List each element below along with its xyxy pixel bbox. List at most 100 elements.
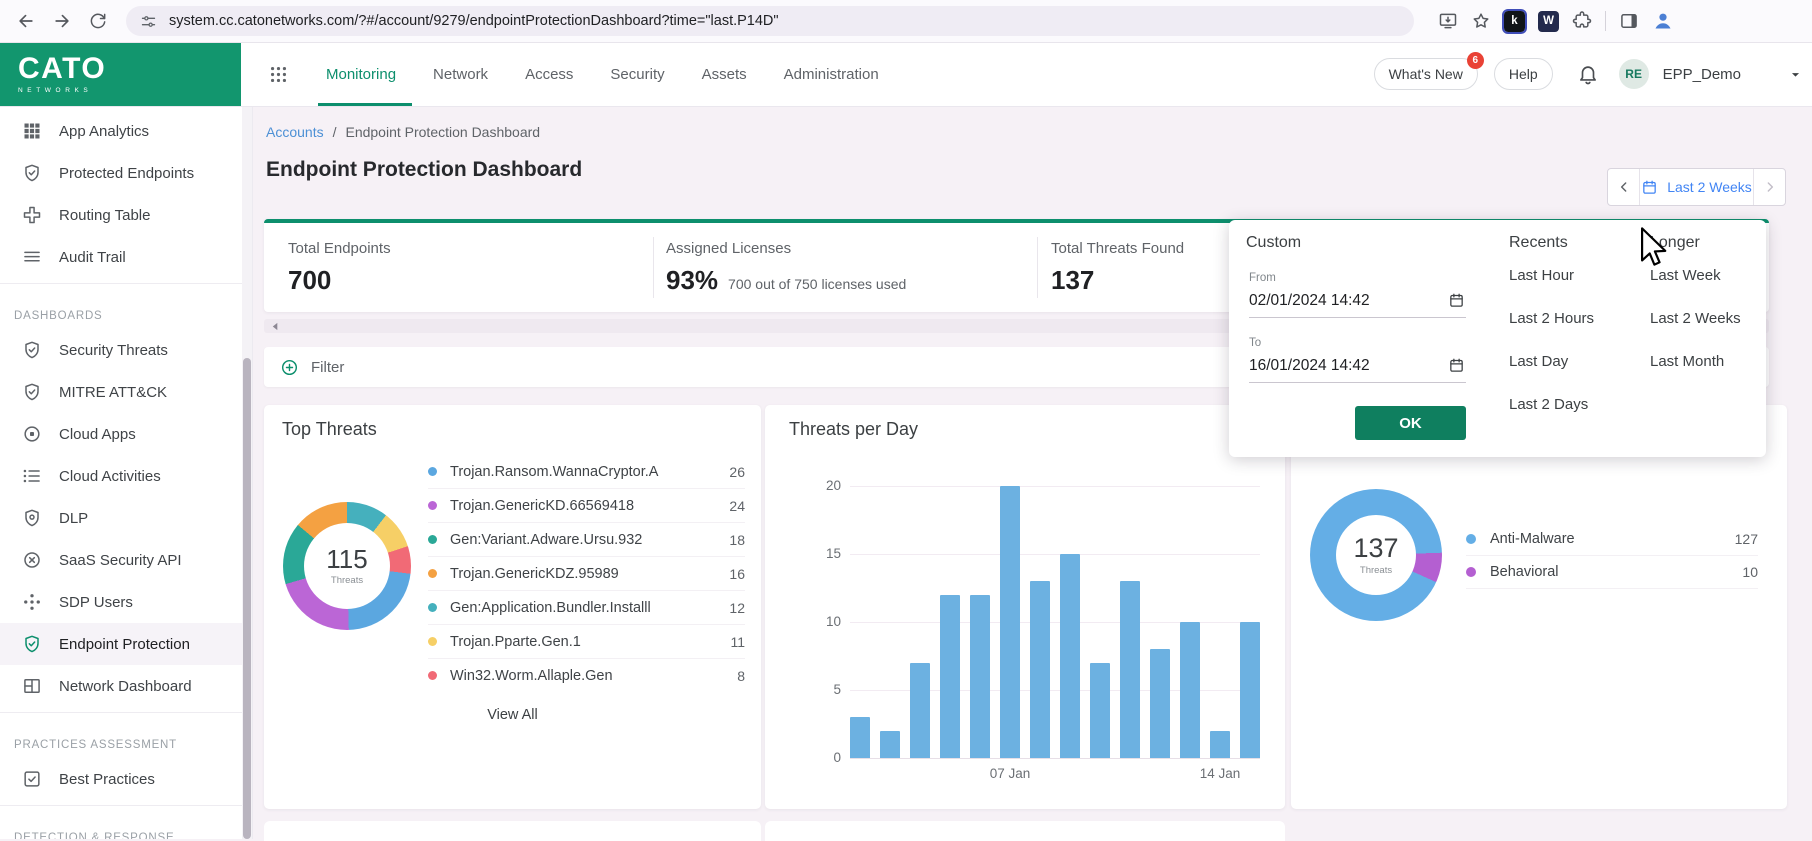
from-input[interactable]: 02/01/2024 14:42 bbox=[1249, 292, 1370, 310]
preset-last-2-days[interactable]: Last 2 Days bbox=[1509, 396, 1588, 416]
sidebar-item-endpoint-protection[interactable]: Endpoint Protection bbox=[0, 623, 252, 665]
threat-count: 11 bbox=[730, 633, 745, 650]
legend-row-behavioral[interactable]: Behavioral 10 bbox=[1466, 556, 1758, 589]
bar-series bbox=[850, 486, 1260, 758]
stat-value: 137 bbox=[1051, 265, 1095, 295]
preset-last-week[interactable]: Last Week bbox=[1650, 267, 1721, 287]
shield-check-icon bbox=[22, 634, 42, 654]
threat-color-dot bbox=[428, 569, 437, 578]
bar-day-13 bbox=[1210, 730, 1230, 758]
threat-color-dot bbox=[428, 535, 437, 544]
preset-last-2-weeks[interactable]: Last 2 Weeks bbox=[1650, 310, 1741, 330]
stat-divider bbox=[653, 237, 654, 298]
sidebar-item-dlp[interactable]: DLP bbox=[0, 497, 252, 539]
install-icon[interactable] bbox=[1438, 11, 1458, 31]
threat-row[interactable]: Trojan.Ransom.WannaCryptor.A 26 bbox=[428, 455, 745, 489]
extension-k-icon[interactable]: k bbox=[1502, 8, 1527, 34]
preset-last-day[interactable]: Last Day bbox=[1509, 353, 1568, 373]
whats-new-label: What's New bbox=[1388, 66, 1463, 82]
account-name[interactable]: EPP_Demo bbox=[1663, 66, 1741, 83]
sidebar-list: App Analytics Protected Endpoints Routing … bbox=[0, 106, 252, 839]
preset-last-month[interactable]: Last Month bbox=[1650, 353, 1724, 373]
bar-day-2 bbox=[880, 730, 900, 758]
sidebar-scrollbar-track[interactable] bbox=[242, 106, 252, 839]
sidebar-item-mitre-att-ck[interactable]: MITRE ATT&CK bbox=[0, 371, 252, 413]
nav-item-access[interactable]: Access bbox=[523, 42, 575, 106]
stat-total-endpoints: Total Endpoints 700 bbox=[288, 240, 391, 296]
extension-w-icon[interactable]: W bbox=[1538, 10, 1559, 32]
threat-row[interactable]: Trojan.Pparte.Gen.1 11 bbox=[428, 625, 745, 659]
legend-row-anti-malware[interactable]: Anti-Malware 127 bbox=[1466, 523, 1758, 556]
y-tick-label: 10 bbox=[825, 614, 841, 629]
sidebar-item-audit-trail[interactable]: Audit Trail bbox=[0, 236, 252, 278]
date-range-prev-button[interactable] bbox=[1608, 169, 1640, 205]
breadcrumb-current: Endpoint Protection Dashboard bbox=[345, 124, 541, 140]
sidebar-item-sdp-users[interactable]: SDP Users bbox=[0, 581, 252, 623]
site-settings-icon[interactable] bbox=[140, 13, 157, 30]
user-avatar[interactable]: RE bbox=[1618, 59, 1649, 89]
browser-toolbar: system.cc.catonetworks.com/?#/account/92… bbox=[0, 0, 1812, 43]
to-calendar-icon[interactable] bbox=[1448, 357, 1465, 374]
sidebar-item-routing-table[interactable]: Routing Table bbox=[0, 194, 252, 236]
nav-item-security[interactable]: Security bbox=[608, 42, 666, 106]
url-text[interactable]: system.cc.catonetworks.com/?#/account/92… bbox=[169, 13, 779, 29]
apps-grid-icon[interactable] bbox=[269, 65, 288, 84]
sidebar-scrollbar-thumb[interactable] bbox=[243, 358, 251, 839]
whats-new-button[interactable]: What's New 6 bbox=[1373, 52, 1484, 90]
extensions-puzzle-icon[interactable] bbox=[1572, 11, 1592, 31]
help-label: Help bbox=[1508, 66, 1538, 82]
preset-last-2-hours[interactable]: Last 2 Hours bbox=[1509, 310, 1594, 330]
bookmark-star-icon[interactable] bbox=[1471, 11, 1491, 31]
date-range-next-button[interactable] bbox=[1753, 169, 1785, 205]
cato-logo[interactable]: CATO NETWORKS bbox=[0, 42, 241, 106]
add-filter-icon[interactable] bbox=[280, 358, 299, 377]
threat-types-total: 137 bbox=[1353, 532, 1399, 563]
scroll-left-icon[interactable] bbox=[271, 322, 280, 331]
threat-row[interactable]: Win32.Worm.Allaple.Gen 8 bbox=[428, 659, 745, 692]
sidebar-item-protected-endpoints[interactable]: Protected Endpoints bbox=[0, 152, 252, 194]
sidebar-item-label: App Analytics bbox=[59, 122, 150, 140]
ok-button[interactable]: OK bbox=[1355, 406, 1466, 440]
sidebar-item-security-threats[interactable]: Security Threats bbox=[0, 329, 252, 371]
notifications-bell-icon[interactable] bbox=[1577, 63, 1599, 85]
nav-item-monitoring[interactable]: Monitoring bbox=[317, 42, 413, 106]
stat-value: 93% bbox=[666, 265, 719, 295]
sidebar-item-cloud-activities[interactable]: Cloud Activities bbox=[0, 455, 252, 497]
preset-last-hour[interactable]: Last Hour bbox=[1509, 267, 1574, 287]
sidebar-item-cloud-apps[interactable]: Cloud Apps bbox=[0, 413, 252, 455]
nav-item-network[interactable]: Network bbox=[431, 42, 490, 106]
sidebar-item-best-practices[interactable]: Best Practices bbox=[0, 758, 252, 800]
address-bar[interactable]: system.cc.catonetworks.com/?#/account/92… bbox=[126, 6, 1414, 36]
top-threats-list: Trojan.Ransom.WannaCryptor.A 26 Trojan.Gen… bbox=[428, 455, 745, 692]
sidebar-item-label: Best Practices bbox=[59, 770, 155, 788]
nav-item-administration[interactable]: Administration bbox=[782, 42, 881, 106]
sidebar-item-app-analytics[interactable]: App Analytics bbox=[0, 110, 252, 152]
to-input[interactable]: 16/01/2024 14:42 bbox=[1249, 357, 1370, 375]
side-panel-icon[interactable] bbox=[1619, 11, 1639, 31]
next-row-card-stub bbox=[765, 821, 1285, 841]
threat-row[interactable]: Trojan.GenericKDZ.95989 16 bbox=[428, 557, 745, 591]
threat-row[interactable]: Trojan.GenericKD.66569418 24 bbox=[428, 489, 745, 523]
back-icon[interactable] bbox=[16, 11, 36, 31]
view-all-link[interactable]: View All bbox=[264, 707, 761, 723]
threat-row[interactable]: Gen:Application.Bundler.Installl 12 bbox=[428, 591, 745, 625]
help-button[interactable]: Help bbox=[1493, 58, 1553, 90]
from-calendar-icon[interactable] bbox=[1448, 292, 1465, 309]
breadcrumb-accounts-link[interactable]: Accounts bbox=[266, 124, 324, 140]
forward-icon[interactable] bbox=[52, 11, 72, 31]
stat-value-row: 700 bbox=[288, 265, 391, 296]
browser-profile-icon[interactable] bbox=[1651, 9, 1675, 33]
from-underline bbox=[1249, 317, 1466, 318]
nav-item-assets[interactable]: Assets bbox=[700, 42, 749, 106]
account-caret-down-icon[interactable] bbox=[1787, 66, 1804, 83]
sidebar-item-label: Endpoint Protection bbox=[59, 635, 190, 653]
threat-count: 26 bbox=[729, 463, 745, 480]
threat-row[interactable]: Gen:Variant.Adware.Ursu.932 18 bbox=[428, 523, 745, 557]
date-range-button[interactable]: Last 2 Weeks bbox=[1640, 169, 1753, 205]
y-tick-label: 5 bbox=[833, 682, 841, 697]
reload-icon[interactable] bbox=[88, 11, 108, 31]
sidebar-item-network-dashboard[interactable]: Network Dashboard bbox=[0, 665, 252, 707]
sidebar-item-label: DLP bbox=[59, 509, 89, 527]
sidebar-item-saas-security-api[interactable]: SaaS Security API bbox=[0, 539, 252, 581]
shield-dot-icon bbox=[22, 508, 42, 528]
